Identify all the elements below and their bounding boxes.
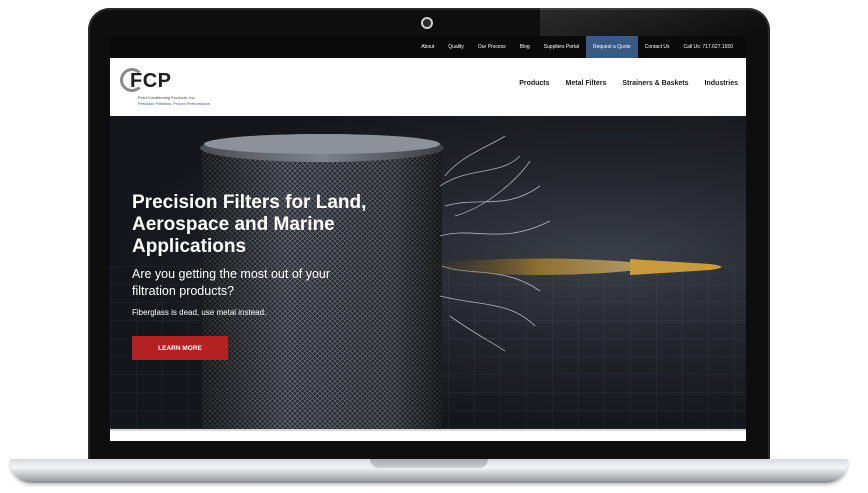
top-nav-blog[interactable]: Blog <box>513 36 537 58</box>
main-nav: Products Metal Filters Strainers & Baske… <box>519 80 738 87</box>
nav-metal-filters[interactable]: Metal Filters <box>566 80 607 87</box>
laptop-screen: About Quality Our Process Blog Suppliers… <box>110 36 746 441</box>
top-nav-our-process[interactable]: Our Process <box>471 36 513 58</box>
bullet <box>630 259 722 275</box>
request-quote-button[interactable]: Request a Quote <box>585 36 638 58</box>
top-nav-contact-us[interactable]: Contact Us <box>638 36 677 58</box>
nav-products[interactable]: Products <box>519 80 549 87</box>
logo-company-name: Fluid Conditioning Products, Inc. <box>138 95 196 100</box>
top-nav-suppliers-portal[interactable]: Suppliers Portal <box>537 36 586 58</box>
hero-subtitle: Are you getting the most out of your fil… <box>132 267 331 298</box>
top-nav-quality[interactable]: Quality <box>441 36 471 58</box>
utility-nav: About Quality Our Process Blog Suppliers… <box>414 36 740 58</box>
nav-industries[interactable]: Industries <box>705 80 738 87</box>
hero-title: Precision Filters for Land, Aerospace an… <box>132 192 367 257</box>
top-utility-bar: About Quality Our Process Blog Suppliers… <box>110 36 746 58</box>
site-header: FCP Fluid Conditioning Products, Inc. Pr… <box>110 58 746 116</box>
phone-link[interactable]: Call Us: 717.627.1550 <box>677 36 740 58</box>
top-nav-about[interactable]: About <box>414 36 441 58</box>
filter-cap-top <box>204 134 440 154</box>
fcp-logo[interactable]: FCP Fluid Conditioning Products, Inc. Pr… <box>120 68 240 108</box>
hero-note: Fiberglass is dead, use metal instead. <box>132 308 267 317</box>
hero-copy: Precision Filters for Land, Aerospace an… <box>132 192 432 317</box>
laptop-hinge-notch <box>370 459 488 468</box>
nav-strainers-baskets[interactable]: Strainers & Baskets <box>622 80 688 87</box>
page-below-hero <box>110 429 746 441</box>
logo-wordmark: FCP <box>130 70 172 92</box>
hero-banner: Precision Filters for Land, Aerospace an… <box>110 116 746 429</box>
webcam-icon <box>421 17 433 29</box>
logo-tagline: Precision Filtration. Proven Performance… <box>138 101 211 106</box>
learn-more-button[interactable]: LEARN MORE <box>132 336 228 360</box>
debris-burst <box>439 135 551 352</box>
